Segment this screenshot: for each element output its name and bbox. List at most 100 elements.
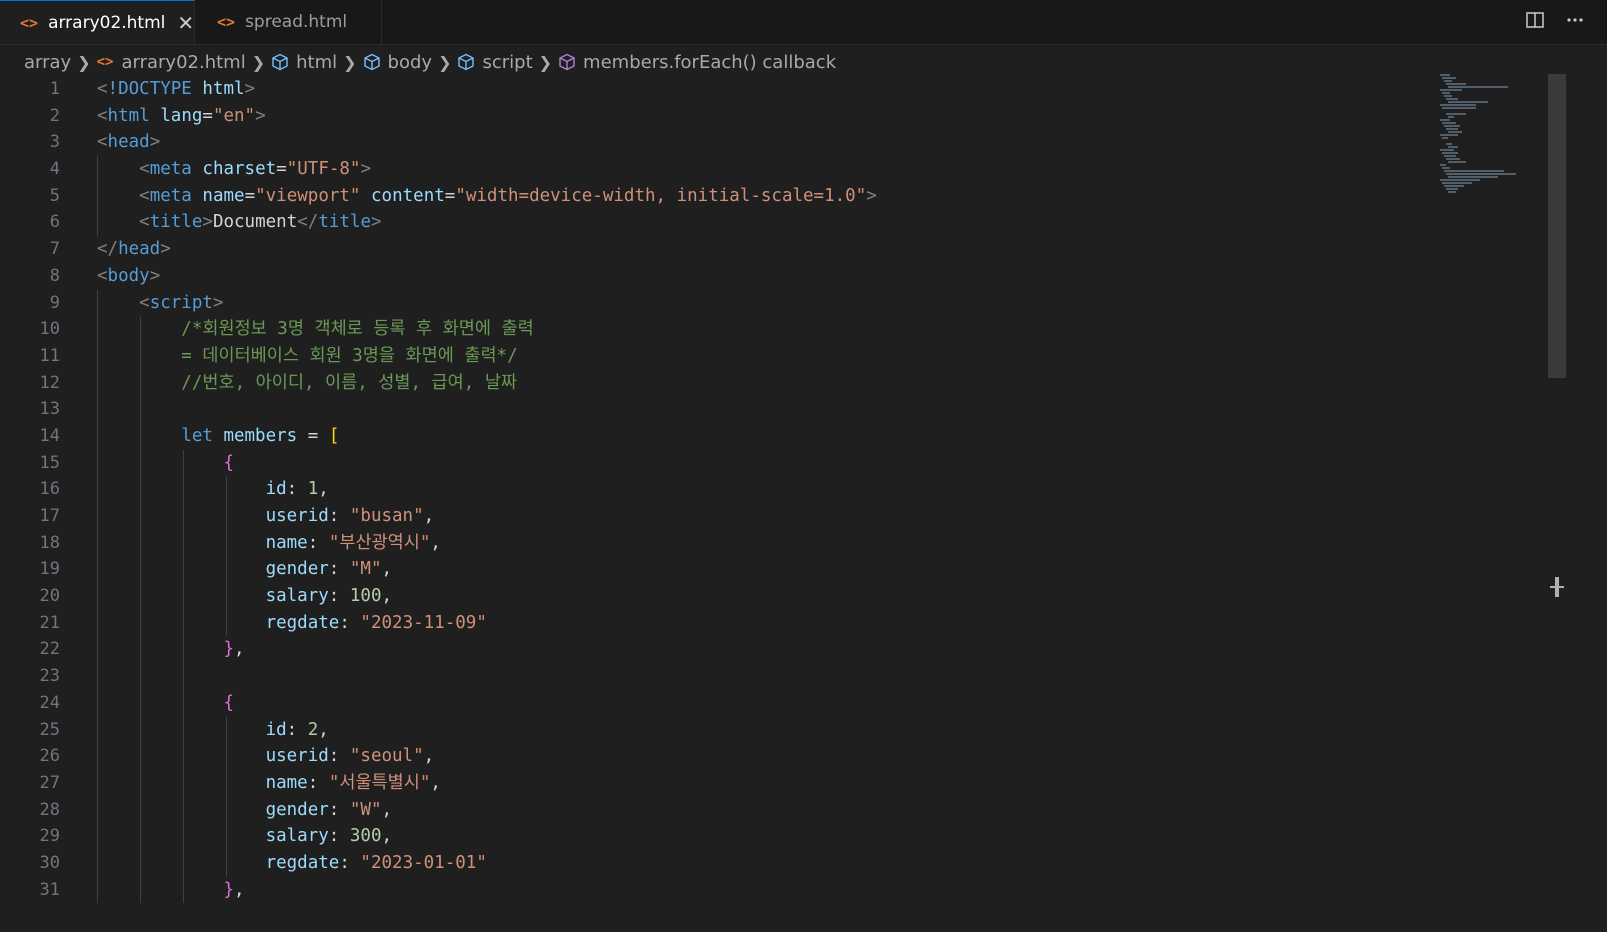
code-line: </head> (97, 239, 171, 260)
breadcrumb-symbol[interactable]: members.forEach() callback (558, 52, 836, 73)
code-line: gender: "M", (97, 556, 1540, 584)
minimap-line (1448, 131, 1462, 133)
line-number: 30 (39, 852, 60, 873)
code-lines: <!DOCTYPE html> <html lang="en"> <head> … (97, 76, 1540, 904)
line-number: 22 (39, 639, 60, 660)
tab-label: arrary02.html (48, 12, 166, 33)
chevron-right-icon: ❯ (538, 52, 553, 72)
minimap-line (1446, 98, 1458, 100)
minimap-line (1446, 173, 1516, 175)
breadcrumb-folder[interactable]: array (24, 52, 71, 73)
code-line: name: "서울특별시", (97, 769, 1540, 797)
code-line: <body> (97, 265, 161, 286)
minimap[interactable] (1436, 74, 1548, 204)
code-line: <head> (97, 132, 161, 153)
minimap-line (1442, 122, 1456, 124)
line-number: 21 (39, 612, 60, 633)
code-line: salary: 300, (97, 823, 1540, 850)
line-number: 7 (49, 239, 60, 260)
code-line: <!DOCTYPE html> (97, 79, 256, 99)
line-number: 19 (39, 559, 60, 580)
line-number: 8 (49, 265, 60, 286)
code-line (97, 663, 1540, 690)
minimap-line (1440, 104, 1476, 106)
code-line: <meta name="viewport" content="width=dev… (97, 182, 1540, 210)
minimap-line (1446, 158, 1460, 160)
code-editor[interactable]: 1 2 3 4 5 6 7 8 9 10 11 12 13 14 15 16 17 18 19 20 21 22 23 24 2… (0, 76, 1540, 932)
minimap-line (1448, 146, 1458, 148)
line-number: 23 (39, 666, 60, 687)
code-line: userid: "seoul", (97, 743, 1540, 770)
minimap-line (1440, 89, 1462, 91)
minimap-line (1448, 116, 1454, 118)
code-line: = 데이터베이스 회원 3명을 화면에 출력*/ (97, 342, 1540, 370)
code-line: <title>Document</title> (97, 209, 1540, 237)
minimap-line (1444, 125, 1460, 127)
minimap-line (1448, 161, 1466, 163)
code-line: { (97, 689, 1540, 717)
code-line: regdate: "2023-01-01" (97, 849, 1540, 877)
minimap-line (1448, 191, 1456, 193)
line-number: 5 (49, 185, 60, 206)
code-line: id: 2, (97, 716, 1540, 744)
line-number-gutter: 1 2 3 4 5 6 7 8 9 10 11 12 13 14 15 16 17 18 19 20 21 22 23 24 2… (0, 76, 80, 903)
line-number: 18 (39, 532, 60, 553)
vertical-scrollbar-thumb[interactable] (1548, 74, 1566, 378)
tab-arrary02-html[interactable]: <> arrary02.html ✕ (0, 0, 195, 44)
line-number: 9 (49, 292, 60, 313)
line-number: 12 (39, 372, 60, 393)
minimap-line (1446, 143, 1452, 145)
code-line: //번호, 아이디, 이름, 성별, 급여, 날짜 (97, 369, 1540, 397)
line-number: 16 (39, 479, 60, 500)
minimap-line (1444, 95, 1452, 97)
split-editor-icon[interactable] (1523, 8, 1547, 32)
cube-icon (271, 53, 289, 71)
line-number: 26 (39, 746, 60, 767)
code-line: name: "부산광역시", (97, 529, 1540, 557)
minimap-line (1446, 83, 1466, 85)
minimap-line (1440, 134, 1458, 136)
method-cube-icon (558, 53, 576, 71)
breadcrumb-html-label: html (296, 51, 338, 73)
line-number: 14 (39, 425, 60, 446)
minimap-line (1442, 107, 1476, 109)
code-line: }, (97, 636, 1540, 664)
breadcrumb-file[interactable]: <> arrary02.html (97, 52, 246, 73)
tab-label: spread.html (245, 12, 348, 32)
html-file-icon: <> (217, 13, 236, 31)
line-number: 3 (49, 132, 60, 153)
code-line: userid: "busan", (97, 503, 1540, 530)
line-number: 28 (39, 799, 60, 820)
line-number: 27 (39, 772, 60, 793)
html-file-icon: <> (20, 13, 39, 32)
minimap-line (1446, 113, 1466, 115)
breadcrumb-html[interactable]: html (271, 52, 337, 73)
minimap-line (1440, 149, 1454, 151)
breadcrumb-body[interactable]: body (363, 52, 432, 73)
editor-tab-bar: <> arrary02.html ✕ <> spread.html (0, 0, 1607, 45)
minimap-line (1442, 92, 1450, 94)
breadcrumb-file-label: arrary02.html (121, 51, 246, 73)
close-icon[interactable]: ✕ (177, 11, 194, 35)
tab-spread-html[interactable]: <> spread.html (195, 0, 382, 44)
line-number: 20 (39, 586, 60, 607)
minimap-line (1442, 182, 1472, 184)
code-line: }, (97, 876, 1540, 904)
chevron-right-icon: ❯ (251, 52, 266, 72)
breadcrumb-script-label: script (482, 51, 533, 73)
cube-icon (457, 53, 475, 71)
minimap-line (1446, 188, 1458, 190)
line-number: 29 (39, 826, 60, 847)
code-line (97, 396, 1540, 423)
breadcrumb-script[interactable]: script (457, 51, 533, 73)
code-line: gender: "W", (97, 796, 1540, 824)
more-actions-icon[interactable] (1563, 8, 1587, 32)
code-line: <script> (97, 289, 1540, 317)
line-number: 13 (39, 399, 60, 420)
line-number: 10 (39, 319, 60, 340)
minimap-line (1444, 80, 1452, 82)
scroll-position-marker (1550, 577, 1564, 597)
line-number: 31 (39, 879, 60, 900)
code-line: regdate: "2023-11-09" (97, 609, 1540, 637)
line-number: 15 (39, 452, 60, 473)
